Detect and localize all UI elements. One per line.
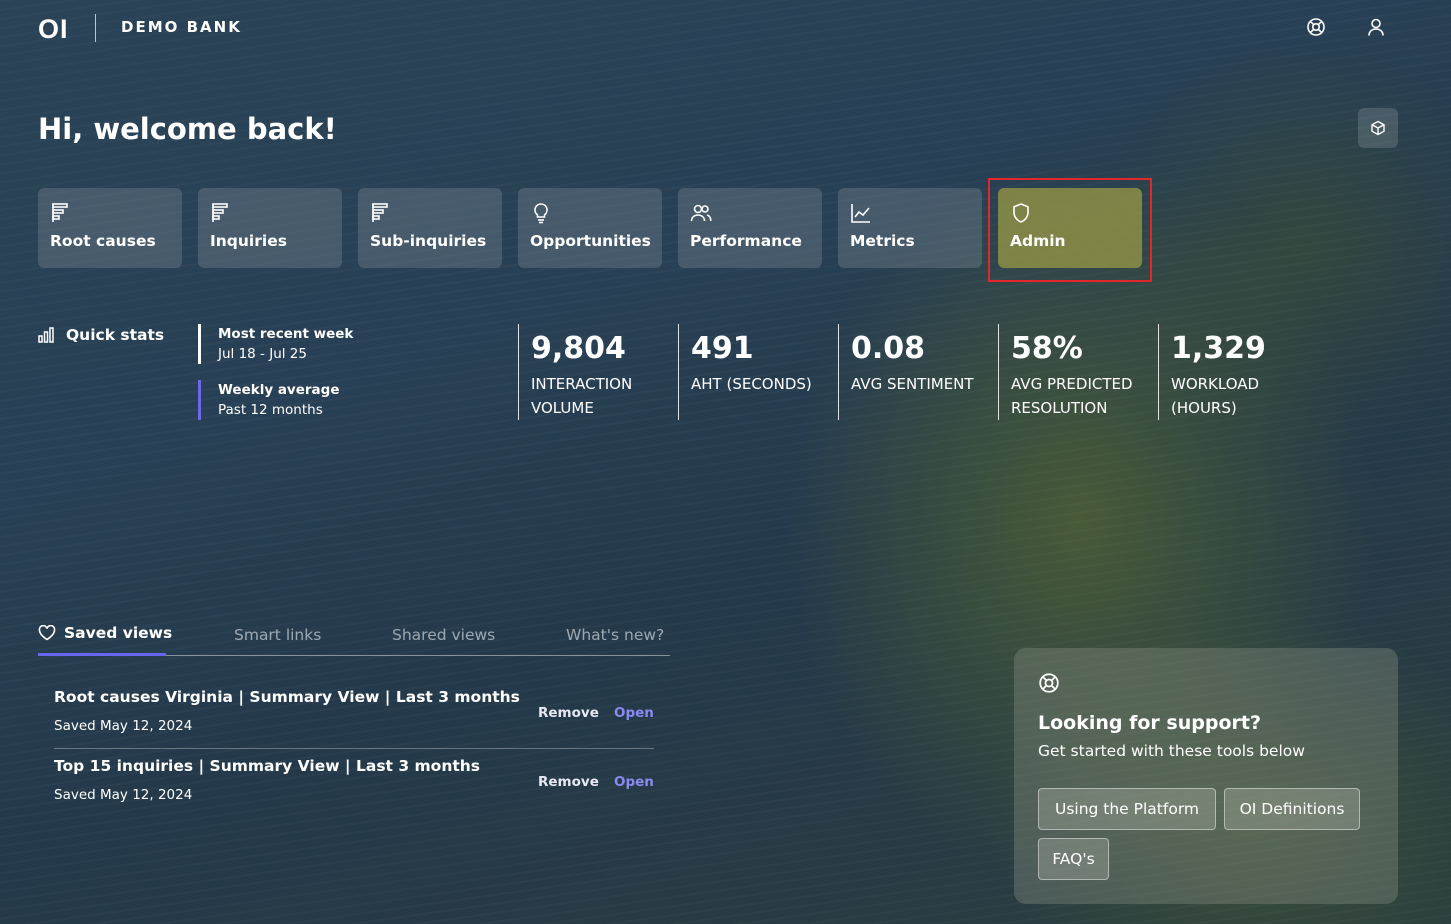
user-icon[interactable]	[1366, 17, 1386, 37]
list-icon	[52, 203, 68, 222]
logo-divider	[95, 14, 96, 42]
bar-chart-icon	[38, 327, 54, 343]
line-chart-icon	[851, 204, 870, 223]
tab-whats-new[interactable]: What's new?	[566, 626, 664, 644]
stat-workload: 1,329 Workload (Hours)	[1158, 324, 1266, 420]
tab-saved-views[interactable]: Saved views	[38, 624, 172, 642]
nav-card-label: Performance	[690, 232, 802, 250]
open-button[interactable]: Open	[614, 705, 654, 721]
nav-card-inquiries[interactable]: Inquiries	[198, 188, 342, 268]
highlight-box	[988, 178, 1152, 282]
stat-label: Avg Sentiment	[851, 375, 974, 393]
support-wheel-icon	[1039, 673, 1059, 693]
remove-button[interactable]: Remove	[538, 705, 599, 721]
quick-stats-label: Quick stats	[66, 326, 165, 344]
list-icon	[212, 203, 228, 222]
stat-label: Avg Predicted Resolution	[1011, 375, 1133, 417]
saved-view-title[interactable]: Top 15 inquiries | Summary View | Last 3…	[54, 757, 654, 775]
period-range: Jul 18 - Jul 25	[218, 346, 307, 362]
cube-button[interactable]	[1358, 108, 1398, 148]
nav-card-label: Inquiries	[210, 232, 287, 250]
support-wheel-icon[interactable]	[1306, 17, 1326, 37]
list-icon	[372, 203, 388, 222]
nav-card-label: Opportunities	[530, 232, 651, 250]
nav-card-sub-inquiries[interactable]: Sub-inquiries	[358, 188, 502, 268]
period-most-recent-week[interactable]: Most recent week Jul 18 - Jul 25	[198, 324, 353, 364]
stat-value: 0.08	[851, 331, 926, 366]
nav-card-label: Root causes	[50, 232, 156, 250]
nav-card-metrics[interactable]: Metrics	[838, 188, 982, 268]
tab-label: Saved views	[64, 624, 173, 642]
active-tab-indicator	[38, 653, 166, 656]
app-logo[interactable]: OI	[38, 14, 69, 45]
open-button[interactable]: Open	[614, 774, 654, 790]
tab-shared-views[interactable]: Shared views	[392, 626, 495, 644]
tab-smart-links[interactable]: Smart links	[234, 626, 321, 644]
saved-view-item: Top 15 inquiries | Summary View | Last 3…	[54, 757, 654, 821]
lightbulb-icon	[534, 203, 548, 224]
welcome-heading: Hi, welcome back!	[38, 112, 337, 146]
support-panel: Looking for support? Get started with th…	[1014, 648, 1398, 904]
stat-value: 58%	[1011, 331, 1083, 366]
nav-card-label: Metrics	[850, 232, 915, 250]
stat-value: 491	[691, 331, 754, 366]
heart-icon	[38, 625, 56, 641]
stat-value: 1,329	[1171, 331, 1266, 366]
stat-aht: 491 AHT (Seconds)	[678, 324, 812, 420]
org-name: DEMO BANK	[121, 18, 242, 36]
period-weekly-average[interactable]: Weekly average Past 12 months	[198, 380, 339, 420]
period-range: Past 12 months	[218, 402, 323, 418]
saved-view-title[interactable]: Root causes Virginia | Summary View | La…	[54, 688, 654, 706]
cube-icon	[1371, 120, 1385, 136]
views-tabs: Saved views Smart links Shared views Wha…	[38, 624, 670, 656]
stat-label: Interaction Volume	[531, 375, 633, 417]
nav-card-opportunities[interactable]: Opportunities	[518, 188, 662, 268]
saved-view-item: Root causes Virginia | Summary View | La…	[54, 688, 654, 749]
people-icon	[690, 204, 712, 222]
nav-card-root-causes[interactable]: Root causes	[38, 188, 182, 268]
stat-avg-predicted-resolution: 58% Avg Predicted Resolution	[998, 324, 1133, 420]
faqs-button[interactable]: FAQ's	[1038, 838, 1109, 880]
period-label: Most recent week	[218, 326, 354, 342]
period-label: Weekly average	[218, 382, 340, 398]
stat-value: 9,804	[531, 331, 626, 366]
stat-label: Workload (Hours)	[1171, 375, 1260, 417]
nav-card-label: Sub-inquiries	[370, 232, 487, 250]
stat-label: AHT (Seconds)	[691, 375, 812, 393]
stat-avg-sentiment: 0.08 Avg Sentiment	[838, 324, 974, 420]
support-subtitle: Get started with these tools below	[1038, 742, 1305, 760]
support-title: Looking for support?	[1038, 712, 1261, 734]
using-platform-button[interactable]: Using the Platform	[1038, 788, 1216, 830]
stat-interaction-volume: 9,804 Interaction Volume	[518, 324, 632, 420]
nav-card-performance[interactable]: Performance	[678, 188, 822, 268]
oi-definitions-button[interactable]: OI Definitions	[1224, 788, 1360, 830]
remove-button[interactable]: Remove	[538, 774, 599, 790]
quick-stats-title: Quick stats	[38, 326, 164, 344]
